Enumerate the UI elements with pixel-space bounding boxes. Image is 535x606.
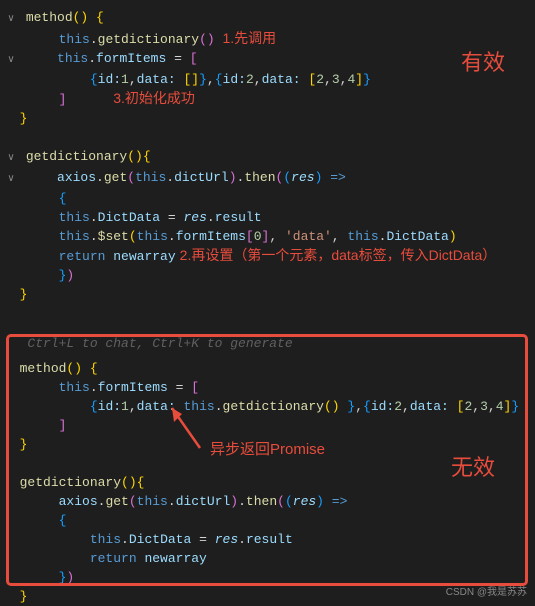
code-line: return newarray — [4, 549, 535, 568]
code-line: {id:1,data: this.getdictionary() },{id:2… — [4, 397, 535, 416]
code-line: return newarray2.再设置（第一个元素，data标签，传入Dict… — [4, 246, 535, 266]
annotation-2: 2.再设置（第一个元素，data标签，传入DictData） — [180, 247, 497, 263]
code-line: ∨ method() { — [4, 8, 535, 29]
code-line: ∨ axios.get(this.dictUrl).then((res) => — [4, 168, 535, 189]
method-name: method — [26, 10, 73, 25]
code-line: ] 3.初始化成功 — [4, 89, 535, 109]
label-invalid: 无效 — [451, 450, 495, 482]
code-line: this.DictData = res.result — [4, 530, 535, 549]
annotation-promise: 异步返回Promise — [210, 438, 325, 459]
method-name: getdictionary — [20, 475, 121, 490]
code-line: ∨ this.formItems = [ — [4, 49, 535, 70]
method-name: getdictionary — [26, 149, 127, 164]
method-name: method — [20, 361, 67, 376]
code-line: } — [4, 285, 535, 304]
call-getdictionary: getdictionary — [98, 32, 199, 47]
code-line: { — [4, 189, 535, 208]
label-valid: 有效 — [461, 45, 505, 77]
code-line: } — [4, 109, 535, 128]
code-line: this.formItems = [ — [4, 378, 535, 397]
code-line: this.DictData = res.result — [4, 208, 535, 227]
annotation-1: 1.先调用 — [222, 30, 276, 46]
code-line: method() { — [4, 359, 535, 378]
watermark: CSDN @我是苏苏 — [446, 583, 527, 598]
code-line: { — [4, 511, 535, 530]
code-line: }) — [4, 266, 535, 285]
code-line: axios.get(this.dictUrl).then((res) => — [4, 492, 535, 511]
annotation-3: 3.初始化成功 — [113, 90, 195, 106]
code-line: this.$set(this.formItems[0], 'data', thi… — [4, 227, 535, 246]
ghost-hint: Ctrl+L to chat, Ctrl+K to generate — [4, 334, 535, 353]
code-line: this.getdictionary() 1.先调用 — [4, 29, 535, 49]
code-line: ∨ getdictionary(){ — [4, 147, 535, 168]
code-line — [4, 128, 535, 147]
code-line: ] — [4, 416, 535, 435]
code-line: {id:1,data: []},{id:2,data: [2,3,4]} — [4, 70, 535, 89]
